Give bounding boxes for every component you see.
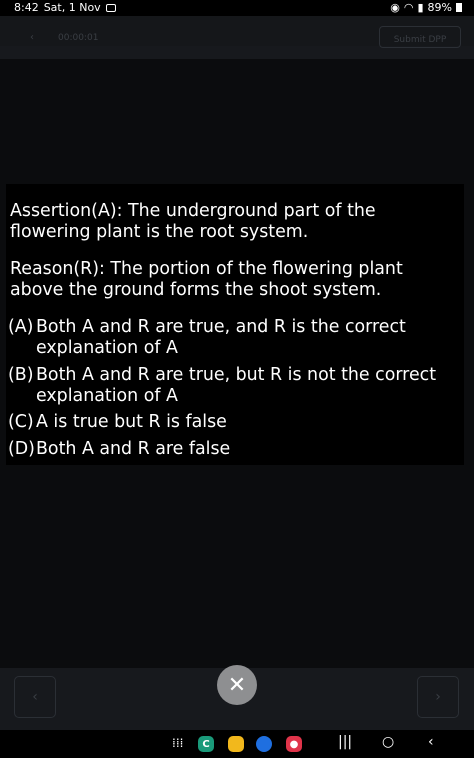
option-letter: (C) xyxy=(8,412,34,432)
status-bar: 8:42 Sat, 1 Nov ◉ ◠ ▮ 89% xyxy=(0,0,474,16)
reason-text: Reason(R): The portion of the flowering … xyxy=(10,259,403,300)
option-c[interactable]: (C) A is true but R is false xyxy=(8,412,458,433)
system-navigation-bar: ⁞⁞⁞ C ● ||| ○ ‹ xyxy=(0,730,474,758)
option-text: Both A and R are true, but R is not the … xyxy=(36,365,437,406)
option-letter: (D) xyxy=(8,439,35,459)
timer: 00:00:01 xyxy=(58,33,99,43)
submit-dpp-button[interactable]: Submit DPP xyxy=(379,26,461,48)
previous-question-button[interactable]: ‹ xyxy=(14,676,56,718)
status-right: ◉ ◠ ▮ 89% xyxy=(390,1,462,14)
close-button[interactable]: ✕ xyxy=(217,665,257,705)
option-text: Both A and R are false xyxy=(36,439,231,459)
chevron-right-icon: › xyxy=(435,689,441,705)
close-icon: ✕ xyxy=(227,672,247,698)
battery-icon xyxy=(456,3,462,12)
back-nav-icon[interactable]: ‹ xyxy=(428,734,434,750)
option-a[interactable]: (A) Both A and R are true, and R is the … xyxy=(8,317,458,358)
phone-app-icon[interactable]: C xyxy=(198,736,214,752)
signal-icon: ▮ xyxy=(417,1,424,14)
option-text: A is true but R is false xyxy=(36,412,227,432)
alarm-icon: ◉ xyxy=(390,1,400,14)
status-left: 8:42 Sat, 1 Nov xyxy=(14,1,116,14)
option-letter: (A) xyxy=(8,317,34,337)
assertion-text: Assertion(A): The underground part of th… xyxy=(10,201,376,242)
notes-app-icon[interactable] xyxy=(228,736,244,752)
option-b[interactable]: (B) Both A and R are true, but R is not … xyxy=(8,365,458,406)
option-text: Both A and R are true, and R is the corr… xyxy=(36,317,406,358)
wifi-icon: ◠ xyxy=(403,1,414,14)
app-drawer-icon[interactable]: ⁞⁞⁞ xyxy=(172,736,183,750)
gallery-notification-icon xyxy=(105,3,116,12)
option-letter: (B) xyxy=(8,365,34,385)
messages-app-icon[interactable] xyxy=(256,736,272,752)
battery-percent: 89% xyxy=(427,1,452,14)
home-icon[interactable]: ○ xyxy=(382,734,394,750)
next-question-button[interactable]: › xyxy=(417,676,459,718)
top-bar: ‹ 00:00:01 Submit DPP xyxy=(0,16,474,48)
chevron-left-icon: ‹ xyxy=(32,689,38,705)
back-icon[interactable]: ‹ xyxy=(30,32,34,43)
status-date: Sat, 1 Nov xyxy=(43,1,101,14)
recorder-app-icon[interactable]: ● xyxy=(286,736,302,752)
status-time: 8:42 xyxy=(14,1,39,14)
recent-apps-icon[interactable]: ||| xyxy=(338,734,352,750)
option-d[interactable]: (D) Both A and R are false xyxy=(8,439,458,460)
